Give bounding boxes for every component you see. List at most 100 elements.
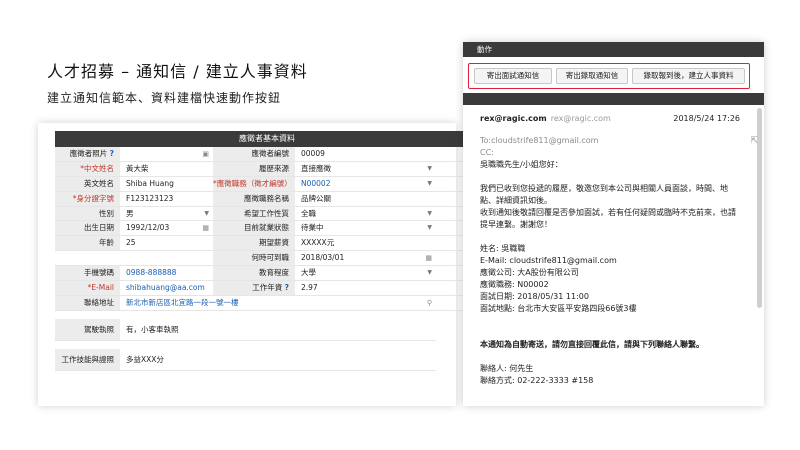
field-label-job-code: *應徵職務（徵才編號） xyxy=(213,176,295,191)
email-date: 2018/5/24 17:26 xyxy=(673,114,740,123)
field-value-gender[interactable]: 男 ▼ xyxy=(120,206,213,221)
field-label-photo: 應徵者照片 ? xyxy=(55,147,120,161)
calendar-icon[interactable]: ▦ xyxy=(202,221,209,235)
chevron-down-icon[interactable]: ▼ xyxy=(427,177,432,191)
field-value-work-type[interactable]: 全職 ▼ xyxy=(295,206,436,221)
field-value-id-number[interactable]: F123123123 xyxy=(120,191,213,206)
email-header-bar xyxy=(463,93,764,105)
email-info-name: 姓名: 吳職職 xyxy=(480,244,526,253)
field-value-chinese-name[interactable]: 黃大柴 xyxy=(120,161,213,176)
send-interview-notice-button[interactable]: 寄出面試通知信 xyxy=(474,68,552,84)
form-row: 英文姓名 Shiba Huang *應徵職務（徵才編號） N00002 ▼ xyxy=(55,176,479,192)
field-value-job-title[interactable]: 品牌公關 xyxy=(295,191,436,206)
field-label-address: 聯絡地址 xyxy=(55,295,120,310)
email-body: rex@ragic.com rex@ragic.com 2018/5/24 17:… xyxy=(480,113,740,387)
help-icon[interactable]: ? xyxy=(285,283,289,292)
form-row: 年齡 25 期望薪資 XXXXX元 xyxy=(55,236,479,252)
applicant-form-panel: 應徵者基本資料 應徵者照片 ? ▣ 應徵者編號 00009 *中文姓名 黃大柴 … xyxy=(38,123,479,406)
field-value-resume-source[interactable]: 直接應徵 ▼ xyxy=(295,161,436,176)
field-value-applicant-no[interactable]: 00009 xyxy=(295,147,436,161)
form-row: *E-Mail shibahuang@aa.com 工作年資 ? 2.97 xyxy=(55,281,479,296)
chevron-down-icon[interactable]: ▼ xyxy=(204,207,209,221)
field-value-skills[interactable]: 多益XXX分 xyxy=(120,348,436,370)
form-row: *中文姓名 黃大柴 履歷來源 直接應徵 ▼ xyxy=(55,161,479,177)
email-info-location: 面試地點: 台北市大安區平安路四段66號3樓 xyxy=(480,304,637,313)
email-contact-phone: 聯絡方式: 02-222-3333 #158 xyxy=(480,376,594,385)
field-value-email[interactable]: shibahuang@aa.com xyxy=(120,281,213,295)
help-icon[interactable]: ? xyxy=(110,149,114,158)
email-from-line: rex@ragic.com rex@ragic.com 2018/5/24 17:… xyxy=(480,113,740,125)
email-from-sub: rex@ragic.com xyxy=(550,114,611,123)
field-value-start-date[interactable]: 2018/03/01 ▦ xyxy=(295,251,436,266)
form-row: 出生日期 1992/12/03 ▦ 目前就業狀態 待業中 ▼ xyxy=(55,221,479,237)
chevron-down-icon[interactable]: ▼ xyxy=(427,266,432,280)
email-panel: 動作 寄出面試通知信 寄出錄取通知信 錄取報到後，建立人事資料 rex@ragi… xyxy=(463,42,764,406)
email-from: rex@ragic.com xyxy=(480,114,547,123)
field-label-seniority: 工作年資 ? xyxy=(213,281,295,295)
form-row: 何時可到職 2018/03/01 ▦ xyxy=(55,251,479,267)
form-row: 聯絡地址 新北市新店區北宜路一段一號一樓 ⚲ xyxy=(55,295,479,311)
field-value-birth-date[interactable]: 1992/12/03 ▦ xyxy=(120,221,213,236)
chevron-down-icon[interactable]: ▼ xyxy=(427,207,432,221)
form-row: 駕駛執照 有，小客車執照 xyxy=(55,318,436,341)
external-link-icon[interactable]: ⇱ xyxy=(750,136,758,146)
applicant-form: 應徵者基本資料 應徵者照片 ? ▣ 應徵者編號 00009 *中文姓名 黃大柴 … xyxy=(55,131,479,371)
field-label-email: *E-Mail xyxy=(55,281,120,295)
field-value-job-code[interactable]: N00002 ▼ xyxy=(295,176,436,191)
field-label-age: 年齡 xyxy=(55,236,120,251)
field-label-start-date: 何時可到職 xyxy=(213,251,295,266)
form-grid: 應徵者照片 ? ▣ 應徵者編號 00009 *中文姓名 黃大柴 履歷來源 直接應… xyxy=(55,147,479,371)
email-info-email: E-Mail: cloudstrife811@gmail.com xyxy=(480,256,617,265)
field-label-work-type: 希望工作性質 xyxy=(213,206,295,221)
field-label-applicant-no: 應徵者編號 xyxy=(213,147,295,161)
field-label-skills: 工作技能與證照 xyxy=(55,348,120,370)
field-label-job-title: 應徵職務名稱 xyxy=(213,191,295,206)
field-label-chinese-name: *中文姓名 xyxy=(55,161,120,176)
email-info-company: 應徵公司: 大A股份有限公司 xyxy=(480,268,579,277)
form-row: 性別 男 ▼ 希望工作性質 全職 ▼ xyxy=(55,206,479,222)
field-label-expected-salary: 期望薪資 xyxy=(213,236,295,251)
field-value-expected-salary[interactable]: XXXXX元 xyxy=(295,236,436,251)
email-paragraph: 收到通知後敬請回覆是否參加面試，若有任何疑問或臨時不克前來，也請提早連繫。謝謝您… xyxy=(480,208,736,229)
field-value-education[interactable]: 大學 ▼ xyxy=(295,266,436,281)
chevron-down-icon[interactable]: ▼ xyxy=(427,162,432,176)
form-row: 工作技能與證照 多益XXX分 xyxy=(55,348,436,371)
subheadline: 建立通知信範本、資料建檔快速動作按鈕 xyxy=(47,91,282,105)
field-value-seniority: 2.97 xyxy=(295,281,436,295)
field-value-mobile[interactable]: 0988-888888 xyxy=(120,266,213,281)
field-value-address[interactable]: 新北市新店區北宜路一段一號一樓 ⚲ xyxy=(120,295,436,310)
map-pin-icon[interactable]: ⚲ xyxy=(427,296,432,310)
field-label-birth-date: 出生日期 xyxy=(55,221,120,236)
email-cc: CC: xyxy=(480,148,494,157)
send-offer-notice-button[interactable]: 寄出錄取通知信 xyxy=(556,68,628,84)
email-info-job: 應徵職務: N00002 xyxy=(480,280,549,289)
field-label-education: 教育程度 xyxy=(213,266,295,281)
form-row: 應徵者照片 ? ▣ 應徵者編號 00009 xyxy=(55,147,479,162)
email-greeting: 吳職職先生/小姐您好： xyxy=(480,160,563,169)
field-value-photo[interactable]: ▣ xyxy=(120,147,213,161)
create-hr-record-button[interactable]: 錄取報到後，建立人事資料 xyxy=(632,68,745,84)
form-header: 應徵者基本資料 xyxy=(55,131,479,147)
field-value-license[interactable]: 有，小客車執照 xyxy=(120,318,436,340)
image-icon[interactable]: ▣ xyxy=(202,147,209,161)
action-buttons-highlight: 寄出面試通知信 寄出錄取通知信 錄取報到後，建立人事資料 xyxy=(468,63,750,89)
field-label-employment-status: 目前就業狀態 xyxy=(213,221,295,236)
field-label-id-number: *身分證字號 xyxy=(55,191,120,206)
headline: 人才招募 – 通知信 / 建立人事資料 xyxy=(47,62,308,81)
calendar-icon[interactable]: ▦ xyxy=(425,251,432,265)
field-label-english-name: 英文姓名 xyxy=(55,176,120,191)
field-label-resume-source: 履歷來源 xyxy=(213,161,295,176)
email-notice: 本通知為自動寄送，請勿直接回覆此信，請與下列聯絡人聯繫。 xyxy=(480,340,704,349)
form-row: *身分證字號 F123123123 應徵職務名稱 品牌公關 xyxy=(55,191,479,207)
empty-cell xyxy=(55,251,120,266)
email-paragraph: 我們已收到您投遞的履歷，敬邀您到本公司與相關人員面談，時間、地點、詳細資訊如後。 xyxy=(480,184,728,205)
email-contact: 聯絡人: 何先生 xyxy=(480,364,534,373)
field-value-age: 25 xyxy=(120,236,213,251)
chevron-down-icon[interactable]: ▼ xyxy=(427,221,432,235)
empty-cell xyxy=(120,251,213,266)
action-bar: 動作 xyxy=(463,42,764,57)
field-value-employment-status[interactable]: 待業中 ▼ xyxy=(295,221,436,236)
field-label-mobile: 手機號碼 xyxy=(55,266,120,281)
field-value-english-name[interactable]: Shiba Huang xyxy=(120,176,213,191)
